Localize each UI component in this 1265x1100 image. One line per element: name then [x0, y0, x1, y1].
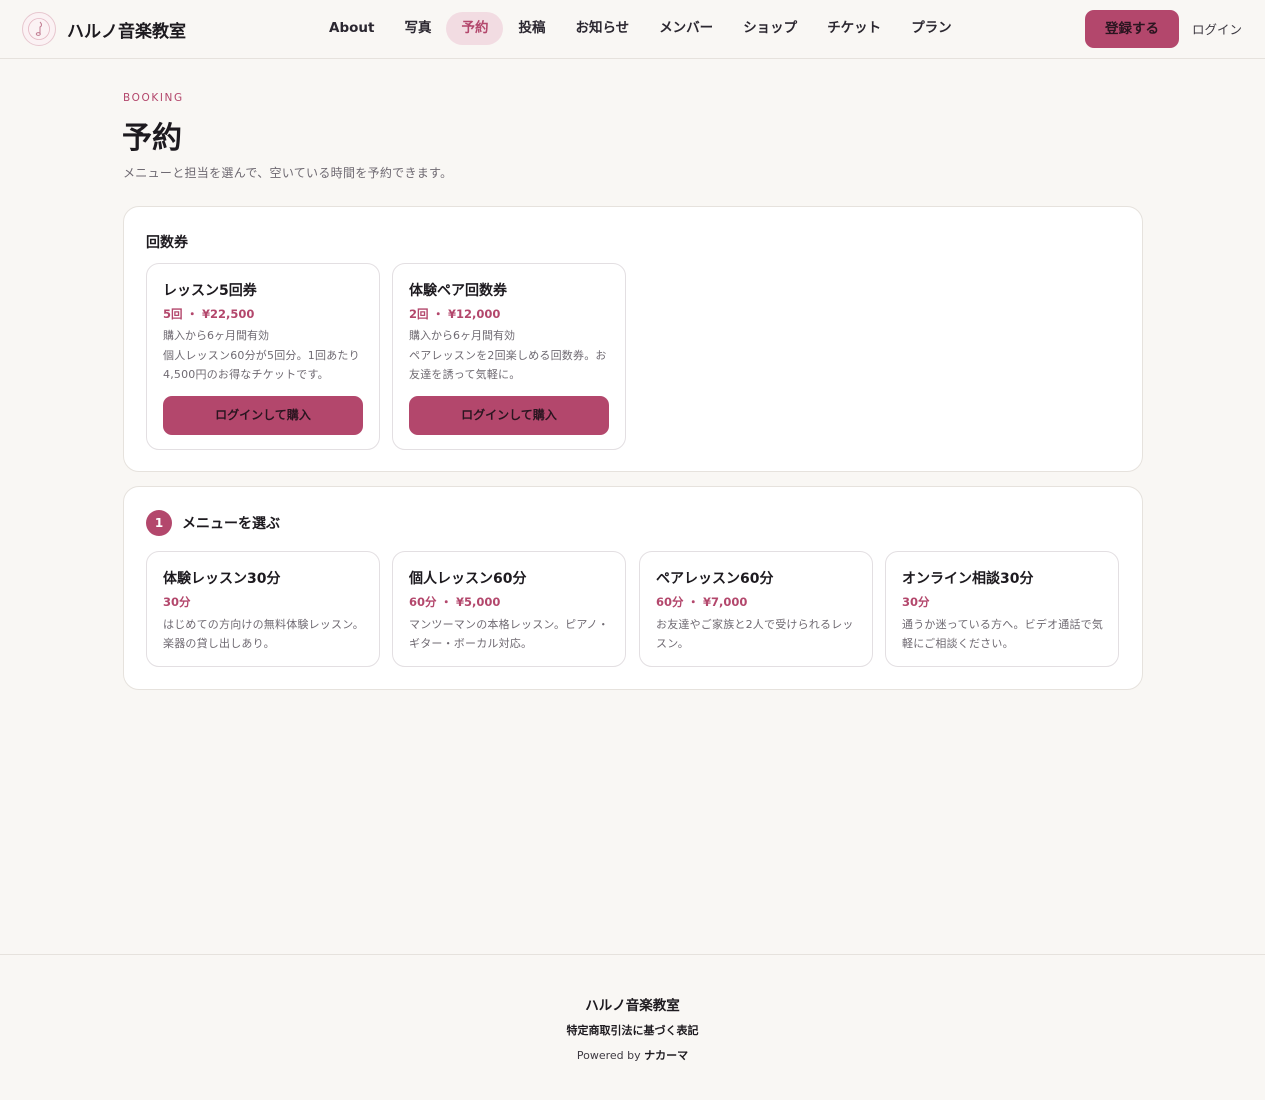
nav-item-photos[interactable]: 写真 — [389, 12, 446, 45]
menu-card-private[interactable]: 個人レッスン60分 60分 ・ ¥5,000 マンツーマンの本格レッスン。ピアノ… — [392, 551, 626, 667]
step-number-badge: 1 — [146, 510, 172, 536]
ticket-validity: 購入から6ヶ月間有効 — [409, 329, 515, 342]
ticket-meta: 2回 ・ ¥12,000 — [409, 307, 501, 321]
brand-name: ハルノ音楽教室 — [67, 21, 186, 42]
ticket-description: ペアレッスンを2回楽しめる回数券。お友達を誘って気軽に。 — [409, 349, 607, 381]
menu-description: マンツーマンの本格レッスン。ピアノ・ギター・ボーカル対応。 — [409, 618, 609, 650]
ticket-name: レッスン5回券 — [163, 283, 257, 299]
menu-name: 体験レッスン30分 — [163, 571, 281, 587]
ticket-name: 体験ペア回数券 — [409, 283, 507, 299]
menu-meta: 30分 — [163, 595, 191, 609]
ticket-validity: 購入から6ヶ月間有効 — [163, 329, 269, 342]
ticket-card: 体験ペア回数券 2回 ・ ¥12,000 購入から6ヶ月間有効 ペアレッスンを2… — [392, 263, 626, 450]
main-nav: About 写真 予約 投稿 お知らせ メンバー ショップ チケット プラン — [314, 12, 967, 45]
brand-link[interactable]: ハルノ音楽教室 — [22, 11, 186, 47]
footer-brand: ハルノ音楽教室 — [585, 998, 680, 1014]
nav-item-members[interactable]: メンバー — [644, 12, 728, 45]
menu-card-pair[interactable]: ペアレッスン60分 60分 ・ ¥7,000 お友達やご家族と2人で受けられるレ… — [639, 551, 873, 667]
page-eyebrow: BOOKING — [123, 92, 184, 104]
powered-by-prefix: Powered by — [576, 1049, 641, 1062]
ticket-meta: 5回 ・ ¥22,500 — [163, 307, 255, 321]
nav-item-posts[interactable]: 投稿 — [503, 12, 560, 45]
menu-description: 通うか迷っている方へ。ビデオ通話で気軽にご相談ください。 — [902, 618, 1104, 650]
nav-item-about[interactable]: About — [314, 12, 389, 45]
music-note-logo-icon — [22, 12, 56, 46]
site-footer: ハルノ音楽教室 特定商取引法に基づく表記 Powered by ナカーマ — [0, 954, 1265, 1100]
page-description: メニューと担当を選んで、空いている時間を予約できます。 — [123, 166, 453, 180]
menu-description: お友達やご家族と2人で受けられるレッスン。 — [656, 618, 854, 650]
menu-name: オンライン相談30分 — [902, 571, 1034, 587]
powered-by-name[interactable]: ナカーマ — [644, 1049, 688, 1062]
nav-item-news[interactable]: お知らせ — [560, 12, 644, 45]
site-header: ハルノ音楽教室 About 写真 予約 投稿 お知らせ メンバー ショップ チケ… — [0, 0, 1265, 59]
login-to-buy-button[interactable]: ログインして購入 — [163, 396, 363, 435]
page-title: 予約 — [122, 121, 182, 156]
menu-step-title: メニューを選ぶ — [182, 516, 280, 532]
ticket-description: 個人レッスン60分が5回分。1回あたり4,500円のお得なチケットです。 — [163, 349, 360, 381]
menu-panel: 1 メニューを選ぶ 体験レッスン30分 30分 はじめての方向けの無料体験レッス… — [123, 486, 1143, 690]
menu-description: はじめての方向けの無料体験レッスン。楽器の貸し出しあり。 — [163, 618, 364, 650]
ticket-card: レッスン5回券 5回 ・ ¥22,500 購入から6ヶ月間有効 個人レッスン60… — [146, 263, 380, 450]
menu-meta: 60分 ・ ¥5,000 — [409, 595, 501, 609]
legal-notice-link[interactable]: 特定商取引法に基づく表記 — [0, 1022, 1265, 1038]
login-link[interactable]: ログイン — [1192, 19, 1242, 38]
menu-card-trial[interactable]: 体験レッスン30分 30分 はじめての方向けの無料体験レッスン。楽器の貸し出しあ… — [146, 551, 380, 667]
nav-item-booking[interactable]: 予約 — [446, 12, 504, 45]
signup-button[interactable]: 登録する — [1085, 10, 1179, 48]
nav-item-shop[interactable]: ショップ — [728, 12, 812, 45]
menu-name: 個人レッスン60分 — [409, 571, 527, 587]
menu-meta: 30分 — [902, 595, 930, 609]
login-to-buy-button[interactable]: ログインして購入 — [409, 396, 609, 435]
tickets-panel: 回数券 レッスン5回券 5回 ・ ¥22,500 購入から6ヶ月間有効 個人レッ… — [123, 206, 1143, 472]
tickets-title: 回数券 — [146, 235, 188, 251]
nav-item-tickets[interactable]: チケット — [812, 12, 896, 45]
powered-by: Powered by ナカーマ — [0, 1047, 1265, 1063]
nav-item-plans[interactable]: プラン — [896, 12, 967, 45]
menu-card-online[interactable]: オンライン相談30分 30分 通うか迷っている方へ。ビデオ通話で気軽にご相談くだ… — [885, 551, 1119, 667]
menu-meta: 60分 ・ ¥7,000 — [656, 595, 748, 609]
menu-name: ペアレッスン60分 — [656, 571, 774, 587]
